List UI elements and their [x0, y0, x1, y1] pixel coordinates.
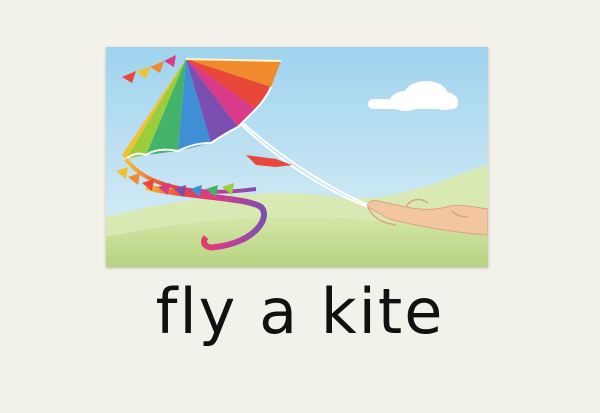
flashcard-page: fly a kite — [0, 0, 600, 413]
caption-text: fly a kite — [155, 275, 445, 348]
kite-illustration-card — [106, 47, 488, 267]
kite-illustration — [106, 47, 488, 267]
